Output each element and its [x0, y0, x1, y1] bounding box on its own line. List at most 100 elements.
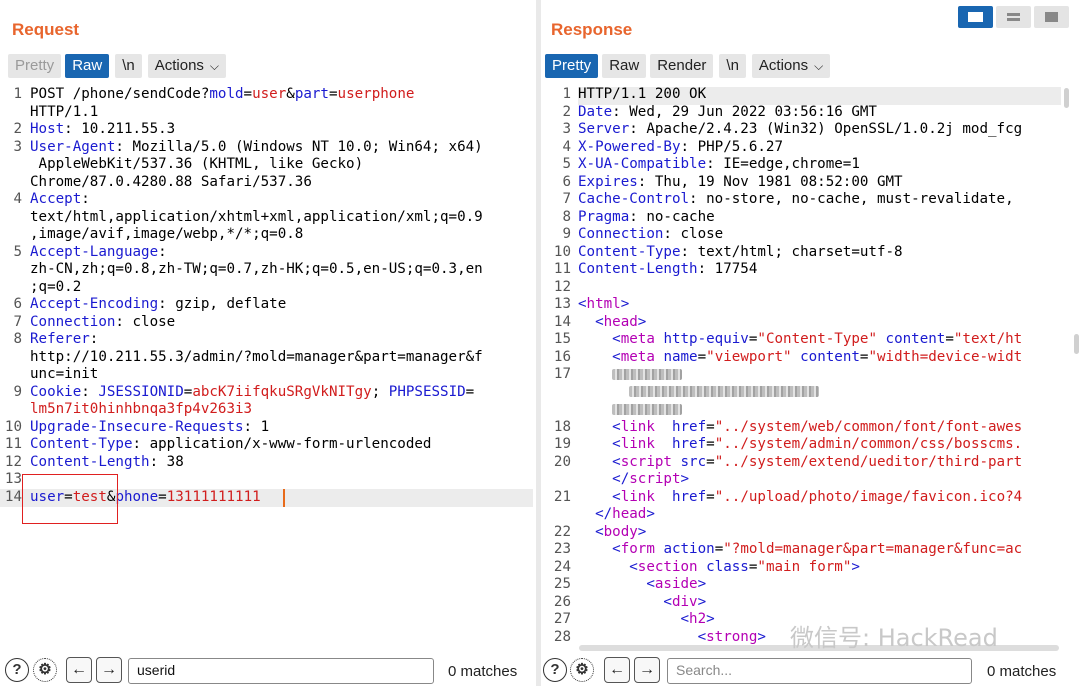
redacted-text [612, 368, 683, 380]
vertical-scrollbar[interactable] [1064, 88, 1069, 108]
line-number: 5 [13, 243, 22, 260]
line-number: 24 [553, 558, 571, 575]
line-number [549, 471, 571, 489]
code-token: </ [578, 506, 613, 522]
line-number [0, 104, 22, 122]
layout-stacked-button[interactable] [996, 6, 1031, 28]
code-token: abcK7iifqkuSRgVkNITgy [192, 383, 372, 400]
layout-single-button[interactable] [1034, 6, 1069, 28]
line-number: 7 [13, 313, 22, 330]
code-token: < [578, 558, 638, 575]
code-token: link [620, 488, 664, 505]
code-line: Cookie: JSESSIONID = abcK7iifqkuSRgVkNITgy… [30, 384, 474, 402]
tab-pretty[interactable]: Pretty [8, 54, 62, 78]
code-line: Referer: [30, 331, 98, 349]
code-token: : no-store, no-cache, must-revalidate, [689, 191, 1014, 207]
layout-side-by-side-button[interactable] [958, 6, 993, 28]
code-line: ,image/avif,image/webp,*/*;q=0.8 [30, 226, 303, 244]
code-token: Accept-Encoding [30, 296, 159, 312]
tab-newline[interactable]: \n [719, 54, 746, 78]
gear-icon[interactable]: ⚙ [570, 658, 594, 682]
code-token: JSESSIONID [98, 383, 184, 400]
line-number [0, 401, 22, 419]
code-token: 13111111111 [166, 488, 261, 505]
actions-label: Actions [154, 57, 204, 74]
tab-render[interactable]: Render [650, 54, 714, 78]
outer-scrollbar[interactable] [1074, 334, 1079, 354]
code-line: Accept: [30, 191, 90, 209]
code-token: body [603, 523, 638, 540]
code-token: = [328, 86, 338, 102]
tab-raw[interactable]: Raw [602, 54, 647, 78]
rows-icon [1007, 13, 1020, 21]
actions-dropdown[interactable]: Actions ⌵ [147, 54, 227, 78]
code-token: html [586, 296, 621, 312]
code-token: Referer [30, 331, 90, 347]
code-line: Accept-Encoding: gzip, deflate [30, 296, 286, 314]
code-token: > [680, 471, 690, 487]
response-editor[interactable]: 1 HTTP/1.1 200 OK 2 Date: Wed, 29 Jun 2022 … [541, 86, 1061, 644]
code-token: content [885, 331, 946, 347]
previous-match-button[interactable]: ← [66, 657, 92, 683]
code-token: : Mozilla/5.0 (Windows NT 10.0; Win64; x… [115, 138, 483, 155]
code-token: "../upload/photo/image/favicon.ico?4 [714, 488, 1023, 505]
line-number [549, 384, 571, 402]
code-line: <script src="../system/extend/ueditor/th… [578, 454, 1022, 472]
next-match-button[interactable]: → [96, 657, 122, 683]
code-token: > [757, 628, 766, 645]
code-line: <h2> [578, 611, 714, 629]
code-token: < [578, 436, 621, 452]
line-number [549, 506, 571, 524]
code-token: Connection [578, 226, 664, 242]
request-title: Request [12, 20, 80, 39]
code-token: = [706, 436, 715, 452]
code-line: AppleWebKit/537.36 (KHTML, like Gecko) [30, 156, 364, 174]
line-number: 13 [4, 471, 22, 487]
text-cursor [283, 489, 285, 507]
code-token: Date [578, 103, 613, 120]
line-number: 23 [553, 541, 571, 557]
line-number [0, 349, 22, 367]
code-token: name [663, 348, 698, 365]
code-token: = [706, 488, 715, 505]
search-input[interactable]: userid [128, 658, 434, 684]
code-token: = [697, 348, 707, 365]
code-line [578, 384, 820, 402]
code-token: POST /phone/sendCode? [30, 86, 210, 102]
line-number: 7 [562, 191, 571, 207]
line-number: 8 [13, 331, 22, 347]
next-match-button[interactable]: → [634, 657, 660, 683]
columns-icon [968, 12, 983, 22]
code-line: http://10.211.55.3/admin/?mold=manager&p… [30, 349, 483, 367]
code-line: POST /phone/sendCode?mold=user&part=user… [30, 86, 414, 104]
code-line [578, 401, 683, 419]
tab-raw[interactable]: Raw [65, 54, 110, 78]
code-token: http-equiv [663, 331, 749, 347]
line-number: 9 [562, 226, 571, 242]
code-token: > [620, 296, 630, 312]
line-number: 21 [553, 488, 571, 505]
code-token: link [620, 436, 664, 452]
tab-newline[interactable]: \n [115, 54, 142, 78]
code-token: = [945, 331, 954, 347]
line-number: 15 [553, 331, 571, 347]
code-line: Content-Length: 17754 [578, 261, 757, 279]
code-token: phone [115, 488, 159, 505]
code-token: h2 [689, 611, 707, 627]
code-token: < [578, 523, 604, 540]
code-token: : IE=edge,chrome=1 [706, 156, 860, 172]
request-editor[interactable]: 1 POST /phone/sendCode?mold=user&part=use… [0, 86, 533, 646]
tab-pretty[interactable]: Pretty [545, 54, 599, 78]
code-line: Server: Apache/2.4.23 (Win32) OpenSSL/1.… [578, 121, 1022, 139]
line-number [0, 209, 22, 227]
help-icon[interactable]: ? [5, 658, 29, 682]
gear-icon[interactable]: ⚙ [33, 658, 57, 682]
help-icon[interactable]: ? [543, 658, 567, 682]
line-number [0, 226, 22, 244]
previous-match-button[interactable]: ← [604, 657, 630, 683]
code-line: X-Powered-By: PHP/5.6.27 [578, 139, 783, 157]
search-input[interactable]: Search... [667, 658, 972, 684]
actions-dropdown[interactable]: Actions ⌵ [751, 54, 831, 78]
